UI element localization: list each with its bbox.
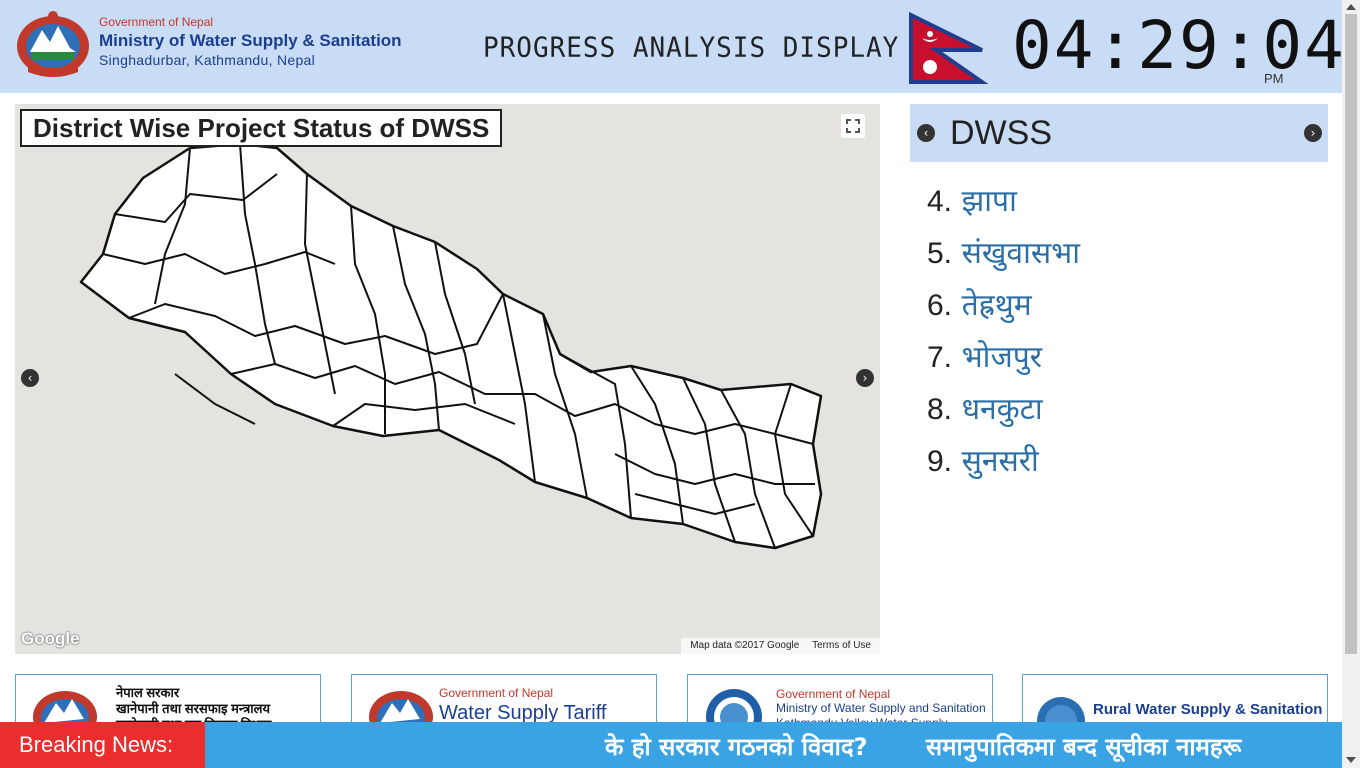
digital-clock: 04:29:04 <box>1012 7 1346 84</box>
breaking-news-ticker: Breaking News: के हो सरकार गठनको विवाद? … <box>0 722 1342 768</box>
ministry-name: Ministry of Water Supply & Sanitation <box>99 31 402 50</box>
logo-text: Rural Water Supply & Sanitation <box>1093 701 1323 718</box>
district-link[interactable]: धनकुटा <box>962 392 1043 427</box>
map-next-arrow-icon[interactable]: › <box>856 369 874 387</box>
breaking-news-label: Breaking News: <box>0 722 205 768</box>
list-number: 7. <box>927 341 953 374</box>
list-item[interactable]: 7. भोजपुर <box>927 336 1080 388</box>
government-label: Government of Nepal <box>99 15 214 29</box>
district-panel-header: ‹ DWSS › <box>910 104 1328 162</box>
panel-prev-arrow-icon[interactable]: ‹ <box>917 124 935 142</box>
district-link[interactable]: झापा <box>962 184 1017 219</box>
scrollbar-thumb[interactable] <box>1345 14 1357 654</box>
list-item[interactable]: 8. धनकुटा <box>927 388 1080 440</box>
list-number: 4. <box>927 185 953 218</box>
logo-text: Government of Nepal <box>439 686 554 700</box>
ministry-address: Singhadurbar, Kathmandu, Nepal <box>99 52 316 68</box>
panel-next-arrow-icon[interactable]: › <box>1304 124 1322 142</box>
list-item[interactable]: 9. सुनसरी <box>927 440 1080 492</box>
terms-of-use-link[interactable]: Terms of Use <box>812 640 871 651</box>
scroll-up-arrow-icon[interactable] <box>1346 4 1356 10</box>
list-item[interactable]: 6. तेह्रथुम <box>927 284 1080 336</box>
list-number: 9. <box>927 445 953 478</box>
map-attribution: Map data ©2017 Google Terms of Use <box>681 638 880 654</box>
fullscreen-icon <box>846 119 860 133</box>
page-title: PROGRESS ANALYSIS DISPLAY <box>483 32 900 64</box>
header-banner: Government of Nepal Ministry of Water Su… <box>0 0 1344 93</box>
logo-text: Government of Nepal <box>776 687 891 701</box>
district-link[interactable]: तेह्रथुम <box>962 288 1032 323</box>
ticker-items: के हो सरकार गठनको विवाद? समानुपातिकमा बन… <box>605 722 1291 768</box>
nepal-emblem-icon <box>17 11 89 77</box>
fullscreen-button[interactable] <box>841 114 865 138</box>
clock-ampm: PM <box>1264 71 1284 86</box>
ticker-item[interactable]: समानुपातिकमा बन्द सूचीका नामहरू <box>926 733 1241 761</box>
nepal-flag-icon <box>909 12 988 84</box>
map-title: District Wise Project Status of DWSS <box>20 109 503 147</box>
google-logo: Google <box>21 629 80 648</box>
scroll-down-arrow-icon[interactable] <box>1346 757 1356 763</box>
district-link[interactable]: भोजपुर <box>962 340 1042 375</box>
district-map[interactable]: District Wise Project Status of DWSS ‹ ›… <box>15 104 880 654</box>
list-number: 5. <box>927 237 953 270</box>
map-data-credit: Map data ©2017 Google <box>690 640 800 651</box>
nepal-district-map-shape <box>79 142 823 550</box>
list-item[interactable]: 5. संखुवासभा <box>927 232 1080 284</box>
logo-text: Ministry of Water Supply and Sanitation <box>776 701 986 715</box>
list-number: 8. <box>927 393 953 426</box>
panel-title: DWSS <box>950 114 1052 152</box>
list-number: 6. <box>927 289 953 322</box>
district-list: 4. झापा 5. संखुवासभा 6. तेह्रथुम 7. भोजप… <box>927 180 1080 492</box>
map-prev-arrow-icon[interactable]: ‹ <box>21 369 39 387</box>
list-item[interactable]: 4. झापा <box>927 180 1080 232</box>
district-link[interactable]: संखुवासभा <box>962 236 1080 271</box>
ticker-item[interactable]: के हो सरकार गठनको विवाद? <box>605 733 868 761</box>
district-link[interactable]: सुनसरी <box>962 444 1039 479</box>
